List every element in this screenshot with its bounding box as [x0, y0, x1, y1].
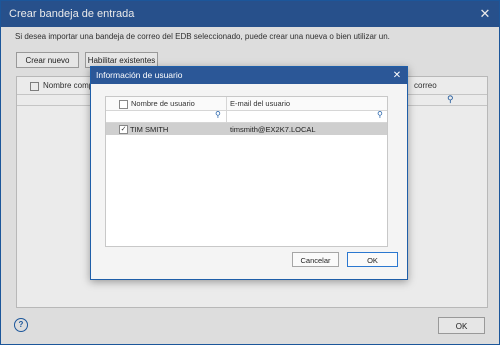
row-username: TIM SMITH [130, 125, 169, 134]
user-info-dialog: Información de usuario ✕ Nombre de usuar… [90, 66, 408, 280]
search-icon[interactable]: ⚲ [377, 110, 383, 119]
dialog-title: Información de usuario [91, 67, 407, 84]
user-table: Nombre de usuario E-mail del usuario ⚲ ⚲… [105, 96, 388, 247]
cancel-button[interactable]: Cancelar [292, 252, 339, 267]
filter-row[interactable]: ⚲ ⚲ [106, 110, 387, 123]
row-email: timsmith@EX2K7.LOCAL [230, 125, 316, 134]
select-all-checkbox[interactable] [119, 100, 128, 109]
close-icon[interactable]: ✕ [391, 67, 403, 84]
column-header-username[interactable]: Nombre de usuario [131, 99, 195, 108]
table-header: Nombre de usuario E-mail del usuario [106, 97, 387, 111]
ok-button[interactable]: OK [347, 252, 398, 267]
table-row[interactable]: ✓ TIM SMITH timsmith@EX2K7.LOCAL [106, 123, 387, 135]
column-header-email[interactable]: E-mail del usuario [230, 99, 290, 108]
search-icon[interactable]: ⚲ [215, 110, 221, 119]
row-checkbox[interactable]: ✓ [119, 125, 128, 134]
